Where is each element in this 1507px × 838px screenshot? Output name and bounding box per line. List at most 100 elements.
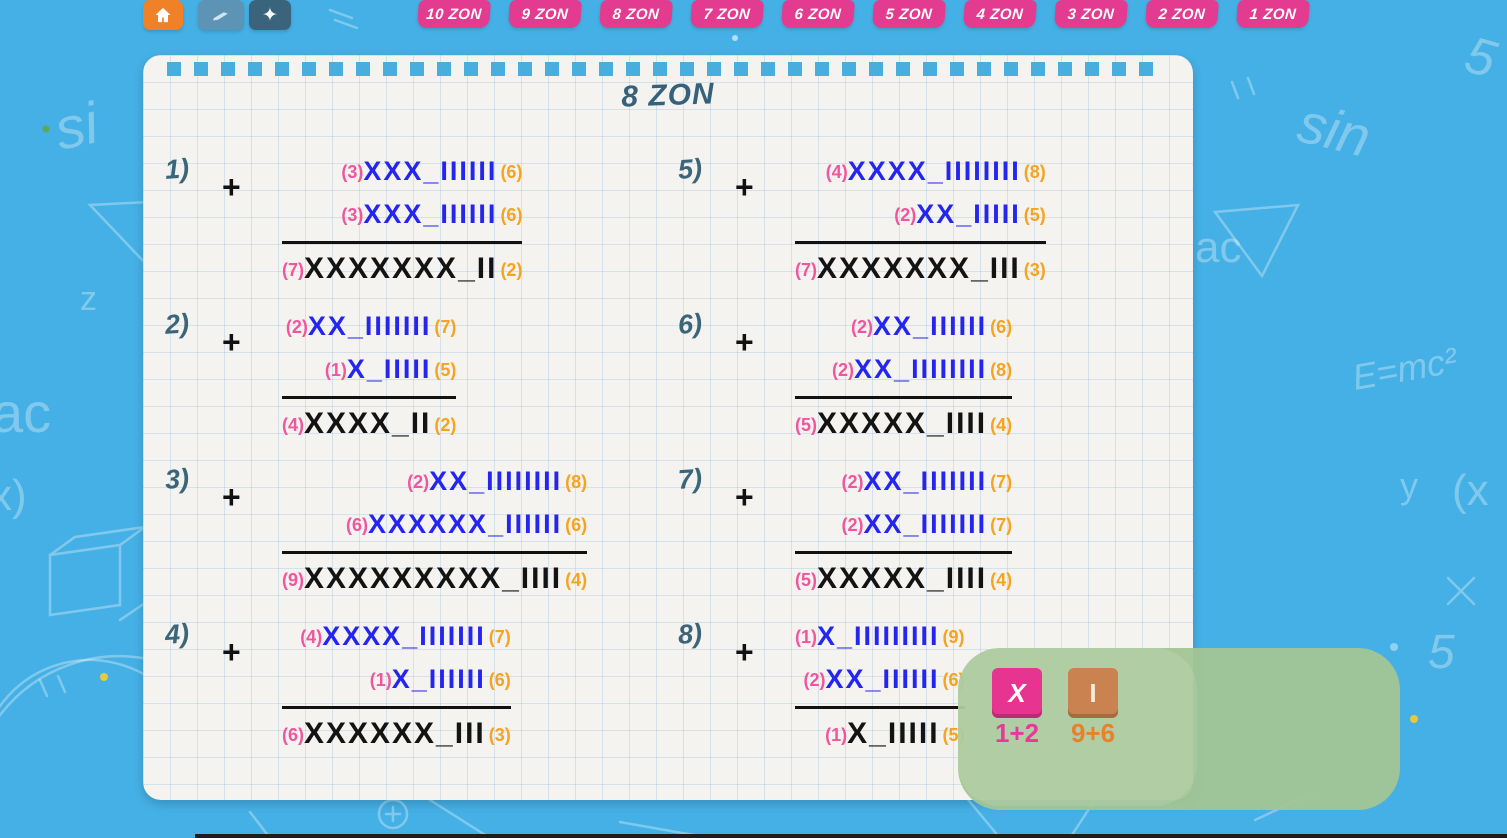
tally-marks: XXXXXXX_III — [817, 252, 1021, 285]
level-button-8[interactable]: 8 ZON — [599, 0, 673, 28]
sum-rule-line — [795, 241, 1046, 244]
problem-number: 6) — [677, 308, 703, 341]
tally-marks: XXXXX_IIII — [817, 562, 987, 595]
plus-sign: + — [735, 634, 754, 671]
tens-tally-button[interactable]: X — [992, 668, 1042, 718]
ones-count: (4) — [990, 570, 1012, 590]
ones-count: (3) — [1024, 260, 1046, 280]
ones-count: (7) — [990, 472, 1012, 492]
level-button-5[interactable]: 5 ZON — [872, 0, 946, 28]
plus-sign: + — [735, 169, 754, 206]
level-button-1[interactable]: 1 ZON — [1236, 0, 1310, 28]
addend-1: (4)XXXX_IIIIIII(7) — [300, 617, 511, 660]
addend-1: (2)XX_IIIIII(6) — [851, 307, 1012, 350]
sum-rule-line — [282, 551, 587, 554]
result-row[interactable]: (4)XXXX_II(2) — [282, 404, 456, 449]
pencil-icon — [210, 4, 232, 26]
addend-1: (2)XX_IIIIIII(7) — [286, 307, 457, 350]
result-row[interactable]: (7)XXXXXXX_II(2) — [282, 249, 522, 294]
ones-count: (2) — [434, 415, 456, 435]
tally-marks: XXXXX_IIII — [817, 407, 987, 440]
binding-square — [707, 62, 721, 76]
result-row[interactable]: (7)XXXXXXX_III(3) — [795, 249, 1046, 294]
level-button-9[interactable]: 9 ZON — [508, 0, 582, 28]
tens-count: (2) — [842, 515, 864, 535]
tens-count: (5) — [795, 415, 817, 435]
ones-count: (6) — [565, 515, 587, 535]
home-icon — [153, 5, 173, 25]
ones-sum-label: 9+6 — [1068, 718, 1118, 749]
plus-sign: + — [222, 324, 241, 361]
sum-rule-line — [282, 396, 456, 399]
tally-marks: XXXXXXX_II — [304, 252, 497, 285]
binding-square — [518, 62, 532, 76]
svg-text:5: 5 — [1459, 26, 1504, 90]
binding-square — [734, 62, 748, 76]
ones-count: (6) — [500, 162, 522, 182]
star-button[interactable]: ✦ — [249, 0, 291, 30]
binding-square — [302, 62, 316, 76]
binding-square — [653, 62, 667, 76]
tally-marks: XXXX_IIIIIIII — [848, 156, 1021, 186]
tens-count: (2) — [407, 472, 429, 492]
level-button-3[interactable]: 3 ZON — [1054, 0, 1128, 28]
binding-square — [491, 62, 505, 76]
level-button-10[interactable]: 10 ZON — [417, 0, 491, 28]
level-button-2[interactable]: 2 ZON — [1145, 0, 1219, 28]
tens-count: (2) — [804, 670, 826, 690]
result-row[interactable]: (6)XXXXXX_III(3) — [282, 714, 511, 759]
ones-count: (2) — [500, 260, 522, 280]
tens-count: (2) — [851, 317, 873, 337]
plus-sign: + — [222, 169, 241, 206]
star-icon: ✦ — [262, 4, 278, 27]
binding-square — [248, 62, 262, 76]
binding-square — [599, 62, 613, 76]
ones-count: (8) — [1024, 162, 1046, 182]
result-row[interactable]: (1)X_IIIII(5) — [825, 714, 964, 759]
tally-marks: XXX_IIIIII — [363, 156, 497, 186]
app-stage: si ac z sin ac E=mc² y (x 5 5 — [0, 0, 1507, 838]
tens-count: (7) — [795, 260, 817, 280]
ones-count: (6) — [500, 205, 522, 225]
tens-count: (2) — [832, 360, 854, 380]
tens-count: (7) — [282, 260, 304, 280]
ones-count: (6) — [489, 670, 511, 690]
problem-number: 2) — [164, 308, 190, 341]
bottom-bar — [195, 834, 1507, 838]
addend-1: (4)XXXX_IIIIIIII(8) — [826, 152, 1046, 195]
tally-marks: XXXX_IIIIIII — [322, 621, 486, 651]
sum-rule-line — [282, 241, 522, 244]
result-row[interactable]: (5)XXXXX_IIII(4) — [795, 404, 1012, 449]
ones-tally-button[interactable]: I — [1068, 668, 1118, 718]
binding-square — [437, 62, 451, 76]
tens-count: (1) — [795, 627, 817, 647]
home-button[interactable] — [143, 0, 183, 30]
level-button-6[interactable]: 6 ZON — [781, 0, 855, 28]
addend-2: (2)XX_IIIII(5) — [894, 195, 1046, 238]
result-row[interactable]: (5)XXXXX_IIII(4) — [795, 559, 1012, 604]
plus-sign: + — [735, 479, 754, 516]
ones-count: (7) — [434, 317, 456, 337]
level-button-4[interactable]: 4 ZON — [963, 0, 1037, 28]
svg-text:x): x) — [0, 471, 27, 520]
plus-sign: + — [222, 479, 241, 516]
binding-square — [680, 62, 694, 76]
binding-square — [383, 62, 397, 76]
ones-count: (9) — [943, 627, 965, 647]
sum-rule-line — [795, 706, 965, 709]
addend-2: (3)XXX_IIIIII(6) — [341, 195, 522, 238]
problem-number: 1) — [164, 153, 190, 186]
tens-count: (2) — [286, 317, 308, 337]
binding-square — [761, 62, 775, 76]
level-button-7[interactable]: 7 ZON — [690, 0, 764, 28]
tally-marks: XXXXXX_III — [304, 717, 486, 750]
eraser-button[interactable] — [198, 0, 244, 30]
addend-1: (3)XXX_IIIIII(6) — [341, 152, 522, 195]
tally-marks: X_IIIIII — [392, 664, 486, 694]
result-row[interactable]: (9)XXXXXXXXX_IIII(4) — [282, 559, 587, 604]
addend-2: (2)XX_IIIIII(6) — [804, 660, 965, 703]
ones-count: (8) — [990, 360, 1012, 380]
ones-count: (4) — [565, 570, 587, 590]
plus-sign: + — [222, 634, 241, 671]
binding-square — [221, 62, 235, 76]
